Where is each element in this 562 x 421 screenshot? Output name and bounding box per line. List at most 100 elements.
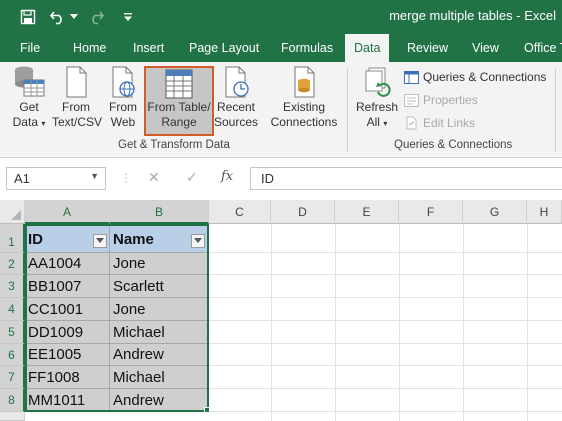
tab-view[interactable]: View [472, 34, 499, 62]
column-header-a[interactable]: A [25, 200, 110, 224]
save-icon[interactable] [18, 7, 38, 27]
tab-office-tab[interactable]: Office T [524, 34, 562, 62]
recent-sources-button[interactable]: Recent Sources [214, 64, 258, 130]
queries-connections-button[interactable]: Queries & Connections [404, 70, 546, 84]
from-text-csv-button[interactable]: From Text/CSV [52, 64, 102, 130]
properties-icon [404, 93, 419, 107]
tab-data[interactable]: Data [345, 34, 390, 62]
gridline [209, 365, 562, 366]
tab-file[interactable]: File [20, 34, 40, 62]
tab-formulas[interactable]: Formulas [281, 34, 333, 62]
redo-icon[interactable] [86, 7, 106, 27]
table-cell[interactable]: AA1004 [25, 253, 110, 275]
column-header-c[interactable]: C [209, 200, 271, 224]
table-cell[interactable]: Jone [110, 253, 209, 275]
properties-button[interactable]: Properties [404, 93, 478, 107]
table-cell[interactable]: Michael [110, 366, 209, 389]
fill-handle[interactable] [204, 407, 210, 413]
row-header-9[interactable] [0, 412, 25, 421]
table-cell[interactable]: Jone [110, 298, 209, 321]
column-header-b[interactable]: B [110, 200, 209, 224]
table-cell[interactable]: FF1008 [25, 366, 110, 389]
gridline [209, 297, 562, 298]
dropdown-arrow-icon [96, 238, 104, 243]
tab-home[interactable]: Home [73, 34, 106, 62]
gridline [209, 320, 562, 321]
chevron-down-icon[interactable]: ▼ [90, 171, 99, 181]
edit-links-icon [406, 116, 417, 130]
select-all-corner[interactable] [0, 200, 25, 224]
column-header-d[interactable]: D [271, 200, 335, 224]
row-header-8[interactable]: 8 [0, 389, 25, 412]
gridline [209, 252, 562, 253]
window-title: merge multiple tables - Excel [389, 8, 556, 23]
row-header-2[interactable]: 2 [0, 253, 25, 275]
customize-qat-icon[interactable] [118, 7, 138, 27]
cancel-icon[interactable]: ✕ [148, 169, 160, 186]
row-header-4[interactable]: 4 [0, 298, 25, 321]
column-header-f[interactable]: F [399, 200, 463, 224]
text-file-icon [66, 66, 87, 98]
row-header-3[interactable]: 3 [0, 275, 25, 298]
existing-connections-button[interactable]: Existing Connections [268, 64, 340, 130]
from-table-range-button[interactable]: From Table/ Range [144, 66, 214, 136]
table-cell[interactable]: Scarlett [110, 275, 209, 298]
gridline [209, 274, 562, 275]
table-cell[interactable]: Michael [110, 321, 209, 344]
column-header-h[interactable]: H [527, 200, 562, 224]
enter-icon[interactable]: ✓ [186, 169, 198, 186]
select-all-icon [11, 210, 21, 220]
column-header-e[interactable]: E [335, 200, 399, 224]
chevron-down-icon: ▾ [383, 119, 388, 128]
title-bar: merge multiple tables - Excel [0, 0, 562, 34]
table-cell[interactable]: MM1011 [25, 389, 110, 412]
get-data-button[interactable]: Get Data ▾ [8, 64, 50, 131]
table-cell[interactable]: BB1007 [25, 275, 110, 298]
drag-handle-icon[interactable]: ⋮ [120, 171, 132, 185]
formula-bar: A1 ▼ ⋮ ✕ ✓ fx ID [0, 158, 562, 200]
gridline [209, 388, 562, 389]
dropdown-arrow-icon [194, 238, 202, 243]
name-box[interactable]: A1 ▼ [6, 167, 106, 190]
table-cell[interactable]: DD1009 [25, 321, 110, 344]
queries-icon [404, 70, 419, 84]
undo-dropdown-icon[interactable] [68, 7, 80, 27]
filter-dropdown-button[interactable] [191, 234, 205, 248]
ribbon-data: Get Data ▾ From Text/CSV From Web From T… [0, 62, 562, 158]
insert-function-icon[interactable]: fx [221, 169, 233, 184]
group-separator [555, 68, 556, 152]
row-header-6[interactable]: 6 [0, 344, 25, 366]
connections-icon [294, 66, 315, 98]
group-label-get-transform: Get & Transform Data [118, 139, 230, 151]
table-cell[interactable]: EE1005 [25, 344, 110, 366]
row-header-1[interactable]: 1 [0, 224, 25, 253]
table-cell[interactable]: Andrew [110, 389, 209, 412]
web-file-icon [112, 66, 135, 98]
recent-file-icon [225, 66, 249, 98]
gridline [209, 343, 562, 344]
edit-links-button[interactable]: Edit Links [404, 116, 475, 130]
gridline [527, 224, 528, 421]
refresh-all-button[interactable]: Refresh All ▾ [355, 64, 399, 131]
group-label-queries: Queries & Connections [394, 139, 513, 151]
tab-review[interactable]: Review [407, 34, 448, 62]
row-header-7[interactable]: 7 [0, 366, 25, 389]
column-header-g[interactable]: G [463, 200, 527, 224]
gridline [271, 224, 272, 421]
row-header-5[interactable]: 5 [0, 321, 25, 344]
gridline [335, 224, 336, 421]
gridline [463, 224, 464, 421]
filter-dropdown-button[interactable] [93, 234, 107, 248]
from-web-button[interactable]: From Web [104, 64, 142, 130]
tab-page-layout[interactable]: Page Layout [189, 34, 259, 62]
group-separator [347, 68, 348, 152]
chevron-down-icon: ▾ [41, 119, 46, 128]
gridline [399, 224, 400, 421]
undo-icon[interactable] [48, 7, 68, 27]
refresh-icon [365, 67, 391, 97]
database-table-icon [15, 66, 45, 97]
table-cell[interactable]: CC1001 [25, 298, 110, 321]
table-cell[interactable]: Andrew [110, 344, 209, 366]
tab-insert[interactable]: Insert [133, 34, 164, 62]
formula-input[interactable]: ID [250, 167, 562, 190]
